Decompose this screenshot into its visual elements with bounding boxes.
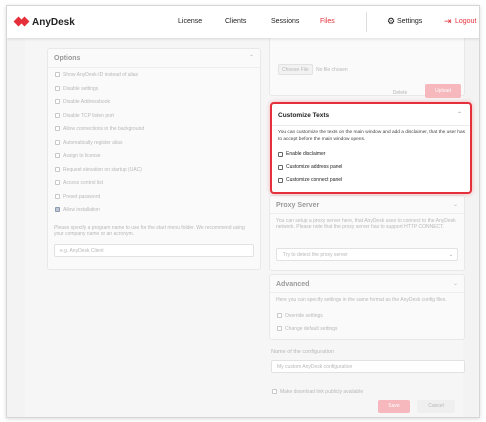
option-label: Assign to license xyxy=(63,153,101,159)
customize-connect-panel-label: Customize connect panel xyxy=(286,177,343,183)
option-label: Disable settings xyxy=(63,85,99,92)
override-settings-checkbox[interactable] xyxy=(277,313,282,318)
anydesk-logo[interactable]: AnyDesk xyxy=(13,16,75,28)
option-checkbox[interactable] xyxy=(55,99,60,104)
nav-files[interactable]: Files xyxy=(320,18,335,25)
customize-address-panel-checkbox[interactable] xyxy=(278,164,283,170)
config-name-label: Name of the configuration xyxy=(271,349,334,355)
proxy-title: Proxy Server xyxy=(276,202,320,209)
divider xyxy=(48,67,260,68)
option-label: Request elevation on startup (UAC) xyxy=(63,166,142,173)
nav-logout[interactable]: Logout xyxy=(455,18,476,25)
options-title: Options xyxy=(54,55,81,62)
top-navigation-bar: AnyDesk License Clients Sessions Files ⚙… xyxy=(7,6,479,38)
config-name-value: My custom AnyDesk configuration xyxy=(277,364,353,370)
advanced-title: Advanced xyxy=(276,281,310,288)
anydesk-logo-icon xyxy=(13,16,30,28)
option-checkbox[interactable] xyxy=(55,180,60,185)
option-label: Allow installation xyxy=(63,207,100,213)
logout-icon[interactable]: ⇥ xyxy=(444,16,452,27)
option-label: Disable Addressbook xyxy=(63,99,110,105)
chevron-down-icon[interactable]: ⌄ xyxy=(453,280,458,287)
chevron-up-icon[interactable]: ⌃ xyxy=(457,111,462,118)
option-checkbox[interactable] xyxy=(55,126,60,131)
start-menu-folder-value: e.g. AnyDesk Client xyxy=(60,248,104,254)
customize-texts-description: You can customize the texts on the main … xyxy=(278,130,466,142)
change-default-settings-checkbox[interactable] xyxy=(277,326,282,331)
override-settings-label: Override settings xyxy=(285,313,323,319)
enable-disclaimer-option[interactable]: Enable disclaimer xyxy=(278,151,325,157)
customize-address-panel-option[interactable]: Customize address panel xyxy=(278,164,342,170)
options-panel: Options ⌃ Show AnyDesk-ID instead of ali… xyxy=(47,48,261,270)
browser-frame: AnyDesk License Clients Sessions Files ⚙… xyxy=(6,5,480,418)
enable-disclaimer-label: Enable disclaimer xyxy=(286,151,326,157)
proxy-description: You can setup a proxy server here, that … xyxy=(276,218,456,230)
public-link-label: Make download link publicly available xyxy=(280,389,364,395)
option-checkbox[interactable] xyxy=(55,112,60,118)
nav-settings[interactable]: Settings xyxy=(397,18,422,25)
nav-sessions[interactable]: Sessions xyxy=(271,18,299,25)
cancel-button[interactable]: Cancel xyxy=(417,400,455,413)
option-checkbox[interactable] xyxy=(55,72,60,77)
nav-license[interactable]: License xyxy=(178,18,202,25)
option-checkbox[interactable] xyxy=(55,139,60,145)
start-menu-note: Please specify a program name to use for… xyxy=(54,225,245,237)
chevron-down-icon[interactable]: ⌄ xyxy=(453,201,458,208)
option-label: Show AnyDesk-ID instead of alias xyxy=(63,72,139,78)
option-checkbox[interactable] xyxy=(55,166,60,172)
customize-texts-panel: Customize Texts ⌃ You can customize the … xyxy=(270,102,472,194)
option-label: Disable TCP listen port xyxy=(63,112,114,119)
proxy-panel: Proxy Server ⌄ You can setup a proxy ser… xyxy=(269,195,465,271)
customize-connect-panel-option[interactable]: Customize connect panel xyxy=(278,177,342,183)
gear-icon[interactable]: ⚙ xyxy=(387,16,395,27)
advanced-panel: Advanced ⌄ Here you can specify settings… xyxy=(269,274,465,340)
config-name-input[interactable]: My custom AnyDesk configuration xyxy=(271,360,465,373)
option-label: Access control list xyxy=(63,180,104,186)
proxy-select[interactable]: Try to detect the proxy server ⌄ xyxy=(276,248,458,261)
save-button[interactable]: Save xyxy=(378,400,410,413)
option-checkbox[interactable] xyxy=(55,85,60,91)
option-checkbox[interactable] xyxy=(55,207,60,212)
start-menu-folder-input[interactable]: e.g. AnyDesk Client xyxy=(54,244,254,257)
main-content: — Options ⌃ Show AnyDesk-ID instead of a… xyxy=(25,6,472,417)
chevron-down-icon: ⌄ xyxy=(448,252,453,258)
upload-button[interactable]: Upload xyxy=(425,84,461,98)
file-status: No file chosen xyxy=(316,67,348,73)
divider xyxy=(270,213,464,214)
divider xyxy=(272,125,470,126)
chevron-up-icon[interactable]: ⌃ xyxy=(249,54,254,61)
logo-text: AnyDesk xyxy=(32,16,75,28)
customize-texts-title: Customize Texts xyxy=(278,112,330,119)
enable-disclaimer-checkbox[interactable] xyxy=(278,151,283,157)
option-checkbox[interactable] xyxy=(55,193,60,199)
customize-connect-panel-checkbox[interactable] xyxy=(278,177,283,183)
public-link-checkbox[interactable] xyxy=(272,389,277,394)
option-checkbox[interactable] xyxy=(55,153,60,158)
nav-clients[interactable]: Clients xyxy=(225,18,246,25)
choose-file-label: Choose File xyxy=(282,67,309,73)
option-label: Preset password xyxy=(63,193,101,200)
choose-file-button[interactable]: Choose File xyxy=(278,64,313,75)
divider xyxy=(270,292,464,293)
proxy-select-value: Try to detect the proxy server xyxy=(283,252,348,258)
nav-divider xyxy=(366,12,367,32)
option-label: Automatically register alias xyxy=(63,139,123,146)
delete-button[interactable]: Delete xyxy=(382,87,418,99)
advanced-description: Here you can specify settings in the sam… xyxy=(276,297,447,303)
option-label: Allow connections in the background xyxy=(63,126,145,132)
change-default-settings-label: Change default settings xyxy=(285,326,338,332)
customize-address-panel-label: Customize address panel xyxy=(286,164,343,170)
